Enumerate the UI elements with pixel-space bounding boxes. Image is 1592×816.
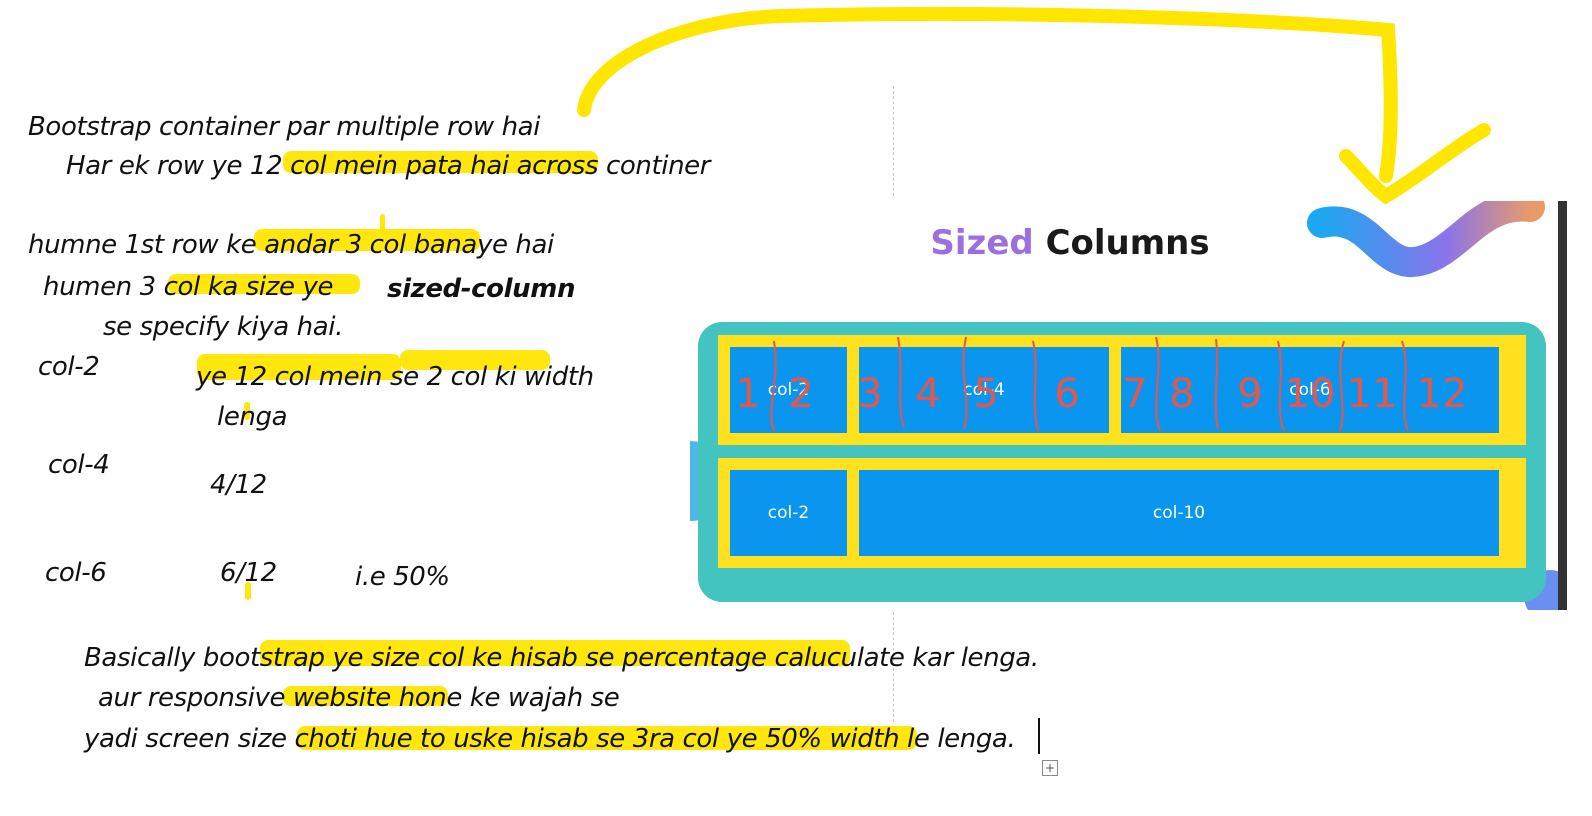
col2-description: lenga — [217, 402, 288, 432]
page-guide-line — [893, 86, 894, 196]
summary-line: aur responsive website hone ke wajah se — [98, 683, 620, 713]
image-edge — [1558, 201, 1567, 610]
col2-label: col-2 — [38, 352, 100, 382]
col6-label: col-6 — [45, 558, 107, 588]
summary-line: Basically bootstrap ye size col ke hisab… — [84, 643, 1039, 673]
col4-label: col-4 — [48, 450, 110, 480]
note-line: Bootstrap container par multiple row hai — [28, 112, 541, 142]
note-line: humne 1st row ke andar 3 col banaye hai — [28, 230, 554, 260]
summary-line: yadi screen size choti hue to uske hisab… — [84, 724, 1016, 754]
move-handle-icon[interactable]: + — [1042, 760, 1058, 776]
note-keyword: sized-column — [387, 274, 576, 304]
col6-ratio: 6/12 — [220, 558, 277, 588]
slide-image: Sized Columns col-2 col-4 col-6 col-2 co… — [690, 201, 1567, 610]
col2-description: ye 12 col mein se 2 col ki width — [196, 362, 594, 392]
col6-percent: i.e 50% — [355, 562, 450, 592]
pen-divider-strokes — [770, 336, 1409, 432]
col4-ratio: 4/12 — [210, 470, 267, 500]
text-cursor — [1038, 718, 1040, 754]
note-line: se specify kiya hai. — [103, 312, 343, 342]
note-line: humen 3 col ka size ye — [43, 272, 334, 302]
note-line: Har ek row ye 12 col mein pata hai acros… — [66, 151, 711, 181]
